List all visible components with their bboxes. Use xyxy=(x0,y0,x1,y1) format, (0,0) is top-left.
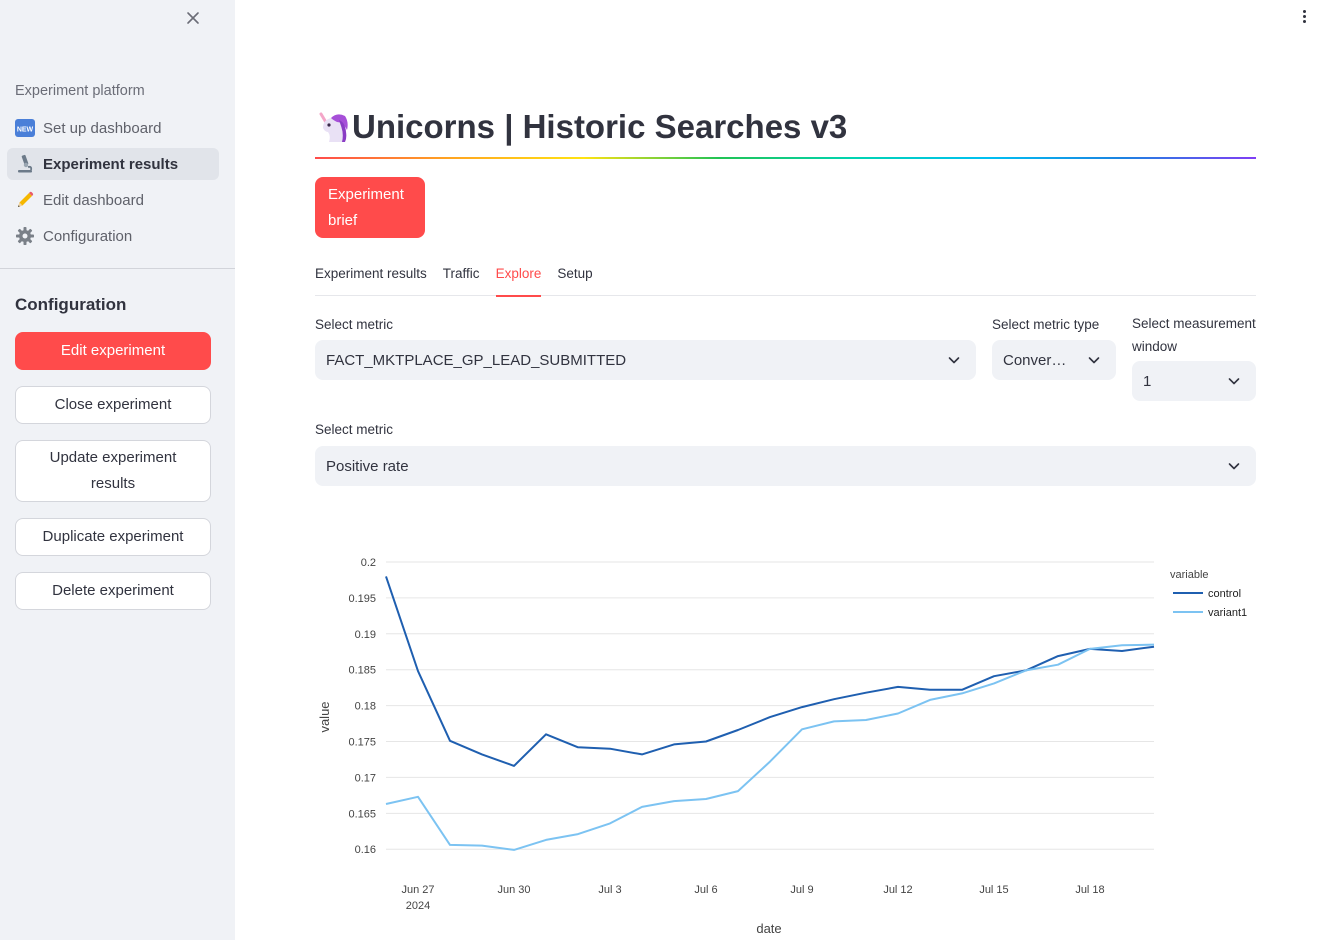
y-tick-label: 0.165 xyxy=(348,808,376,820)
chevron-down-icon xyxy=(1228,463,1240,470)
chevron-down-icon xyxy=(948,357,960,364)
microscope-icon xyxy=(15,154,35,174)
menu-dot-icon xyxy=(1302,9,1306,13)
y-axis-title: value xyxy=(317,701,332,732)
chart-legend[interactable]: variable control variant1 xyxy=(1170,569,1247,619)
close-icon xyxy=(187,12,199,24)
tab-traffic[interactable]: Traffic xyxy=(443,264,480,296)
sidebar-item-label: Edit dashboard xyxy=(43,191,144,209)
x-tick-label: Jul 18 xyxy=(1075,884,1104,896)
y-tick-label: 0.17 xyxy=(355,772,376,784)
svg-text:NEW: NEW xyxy=(17,127,34,134)
close-experiment-button[interactable]: Close experiment xyxy=(15,386,211,424)
line-chart[interactable]: 0.160.1650.170.1750.180.1850.190.1950.2 … xyxy=(300,540,1300,940)
legend-item-variant1[interactable]: variant1 xyxy=(1208,607,1247,619)
sidebar-item-experiment-results[interactable]: Experiment results xyxy=(7,148,219,180)
sidebar-divider xyxy=(0,268,235,269)
menu-dot-icon xyxy=(1302,19,1306,23)
tab-setup[interactable]: Setup xyxy=(557,264,592,296)
select-metric-2-dropdown[interactable]: Positive rate xyxy=(315,446,1256,486)
x-tick-label: Jul 12 xyxy=(883,884,912,896)
gear-icon xyxy=(15,226,35,246)
y-tick-label: 0.2 xyxy=(361,557,376,569)
duplicate-experiment-button[interactable]: Duplicate experiment xyxy=(15,518,211,556)
y-tick-label: 0.185 xyxy=(348,665,376,677)
x-axis-ticks: Jun 27 2024 Jun 30 Jul 3 Jul 6 Jul 9 Jul 12 Jul… xyxy=(401,884,1104,912)
y-axis-ticks: 0.16 0.165 0.17 0.175 0.18 0.185 0.19 0.195 0.2 xyxy=(348,557,376,856)
series-line-variant1[interactable] xyxy=(385,643,1155,851)
y-tick-label: 0.195 xyxy=(348,593,376,605)
sidebar-item-label: Configuration xyxy=(43,227,133,245)
sidebar-item-label: Experiment results xyxy=(43,155,179,173)
new-badge-icon: NEW xyxy=(15,118,35,138)
chart-series xyxy=(385,576,1155,851)
tab-bar: Experiment results Traffic Explore Setup xyxy=(315,264,1256,297)
tab-experiment-results[interactable]: Experiment results xyxy=(315,264,427,296)
x-tick-label: Jul 6 xyxy=(694,884,717,896)
page-title-text: Unicorns | Historic Searches v3 xyxy=(352,108,848,145)
pencil-icon xyxy=(15,190,35,210)
title-divider xyxy=(315,157,1256,159)
select-measurement-window-dropdown[interactable]: 1 xyxy=(1132,361,1256,401)
chevron-down-icon xyxy=(1088,357,1100,364)
unicorn-icon xyxy=(319,112,348,142)
select-metric-label: Select metric xyxy=(315,317,394,332)
close-sidebar-button[interactable] xyxy=(181,6,205,30)
y-tick-label: 0.18 xyxy=(355,701,376,713)
page-title: Unicorns | Historic Searches v3 xyxy=(315,108,847,146)
legend-title: variable xyxy=(1170,569,1209,581)
x-axis-title: date xyxy=(756,921,781,936)
x-tick-label: Jul 15 xyxy=(979,884,1008,896)
select-metric-2-value: Positive rate xyxy=(326,457,409,475)
select-measurement-window-label: Select measurement window xyxy=(1132,316,1256,354)
x-tick-label: Jul 9 xyxy=(790,884,813,896)
sidebar-heading: Experiment platform xyxy=(15,83,145,99)
select-metric-type-dropdown[interactable]: Conver… xyxy=(992,340,1116,380)
delete-experiment-button[interactable]: Delete experiment xyxy=(15,572,211,610)
x-tick-label: Jul 3 xyxy=(598,884,621,896)
edit-experiment-button[interactable]: Edit experiment xyxy=(15,332,211,370)
select-metric-2-label: Select metric xyxy=(315,422,394,437)
x-tick-label: Jun 30 xyxy=(497,884,530,896)
select-metric-type-label: Select metric type xyxy=(992,317,1100,332)
sidebar: Experiment platform NEW Set up dashboard xyxy=(0,0,235,940)
select-metric-dropdown[interactable]: FACT_MKTPLACE_GP_LEAD_SUBMITTED xyxy=(315,340,976,380)
experiment-brief-button[interactable]: Experiment brief xyxy=(315,177,425,238)
sidebar-nav: NEW Set up dashboard Experiment results xyxy=(7,112,219,256)
main-menu-button[interactable] xyxy=(1294,6,1314,26)
menu-dot-icon xyxy=(1302,14,1306,18)
x-tick-year-label: 2024 xyxy=(406,900,430,912)
tab-explore[interactable]: Explore xyxy=(495,264,541,297)
y-tick-label: 0.175 xyxy=(348,737,376,749)
sidebar-item-label: Set up dashboard xyxy=(43,119,162,137)
y-tick-label: 0.19 xyxy=(355,629,376,641)
chart-gridlines xyxy=(386,561,1154,850)
select-metric-value: FACT_MKTPLACE_GP_LEAD_SUBMITTED xyxy=(326,351,627,369)
series-line-control[interactable] xyxy=(385,576,1155,767)
sidebar-item-edit-dashboard[interactable]: Edit dashboard xyxy=(7,184,219,216)
sidebar-item-configuration[interactable]: Configuration xyxy=(7,220,219,252)
x-tick-label: Jun 27 xyxy=(401,884,434,896)
select-measurement-window-value: 1 xyxy=(1143,372,1152,390)
select-metric-type-value: Conver… xyxy=(1003,351,1067,369)
configuration-heading: Configuration xyxy=(15,295,127,314)
y-tick-label: 0.16 xyxy=(355,844,376,856)
update-experiment-results-button[interactable]: Update experiment results xyxy=(15,440,211,502)
sidebar-item-set-up-dashboard[interactable]: NEW Set up dashboard xyxy=(7,112,219,144)
chevron-down-icon xyxy=(1228,378,1240,385)
legend-item-control[interactable]: control xyxy=(1208,588,1241,600)
